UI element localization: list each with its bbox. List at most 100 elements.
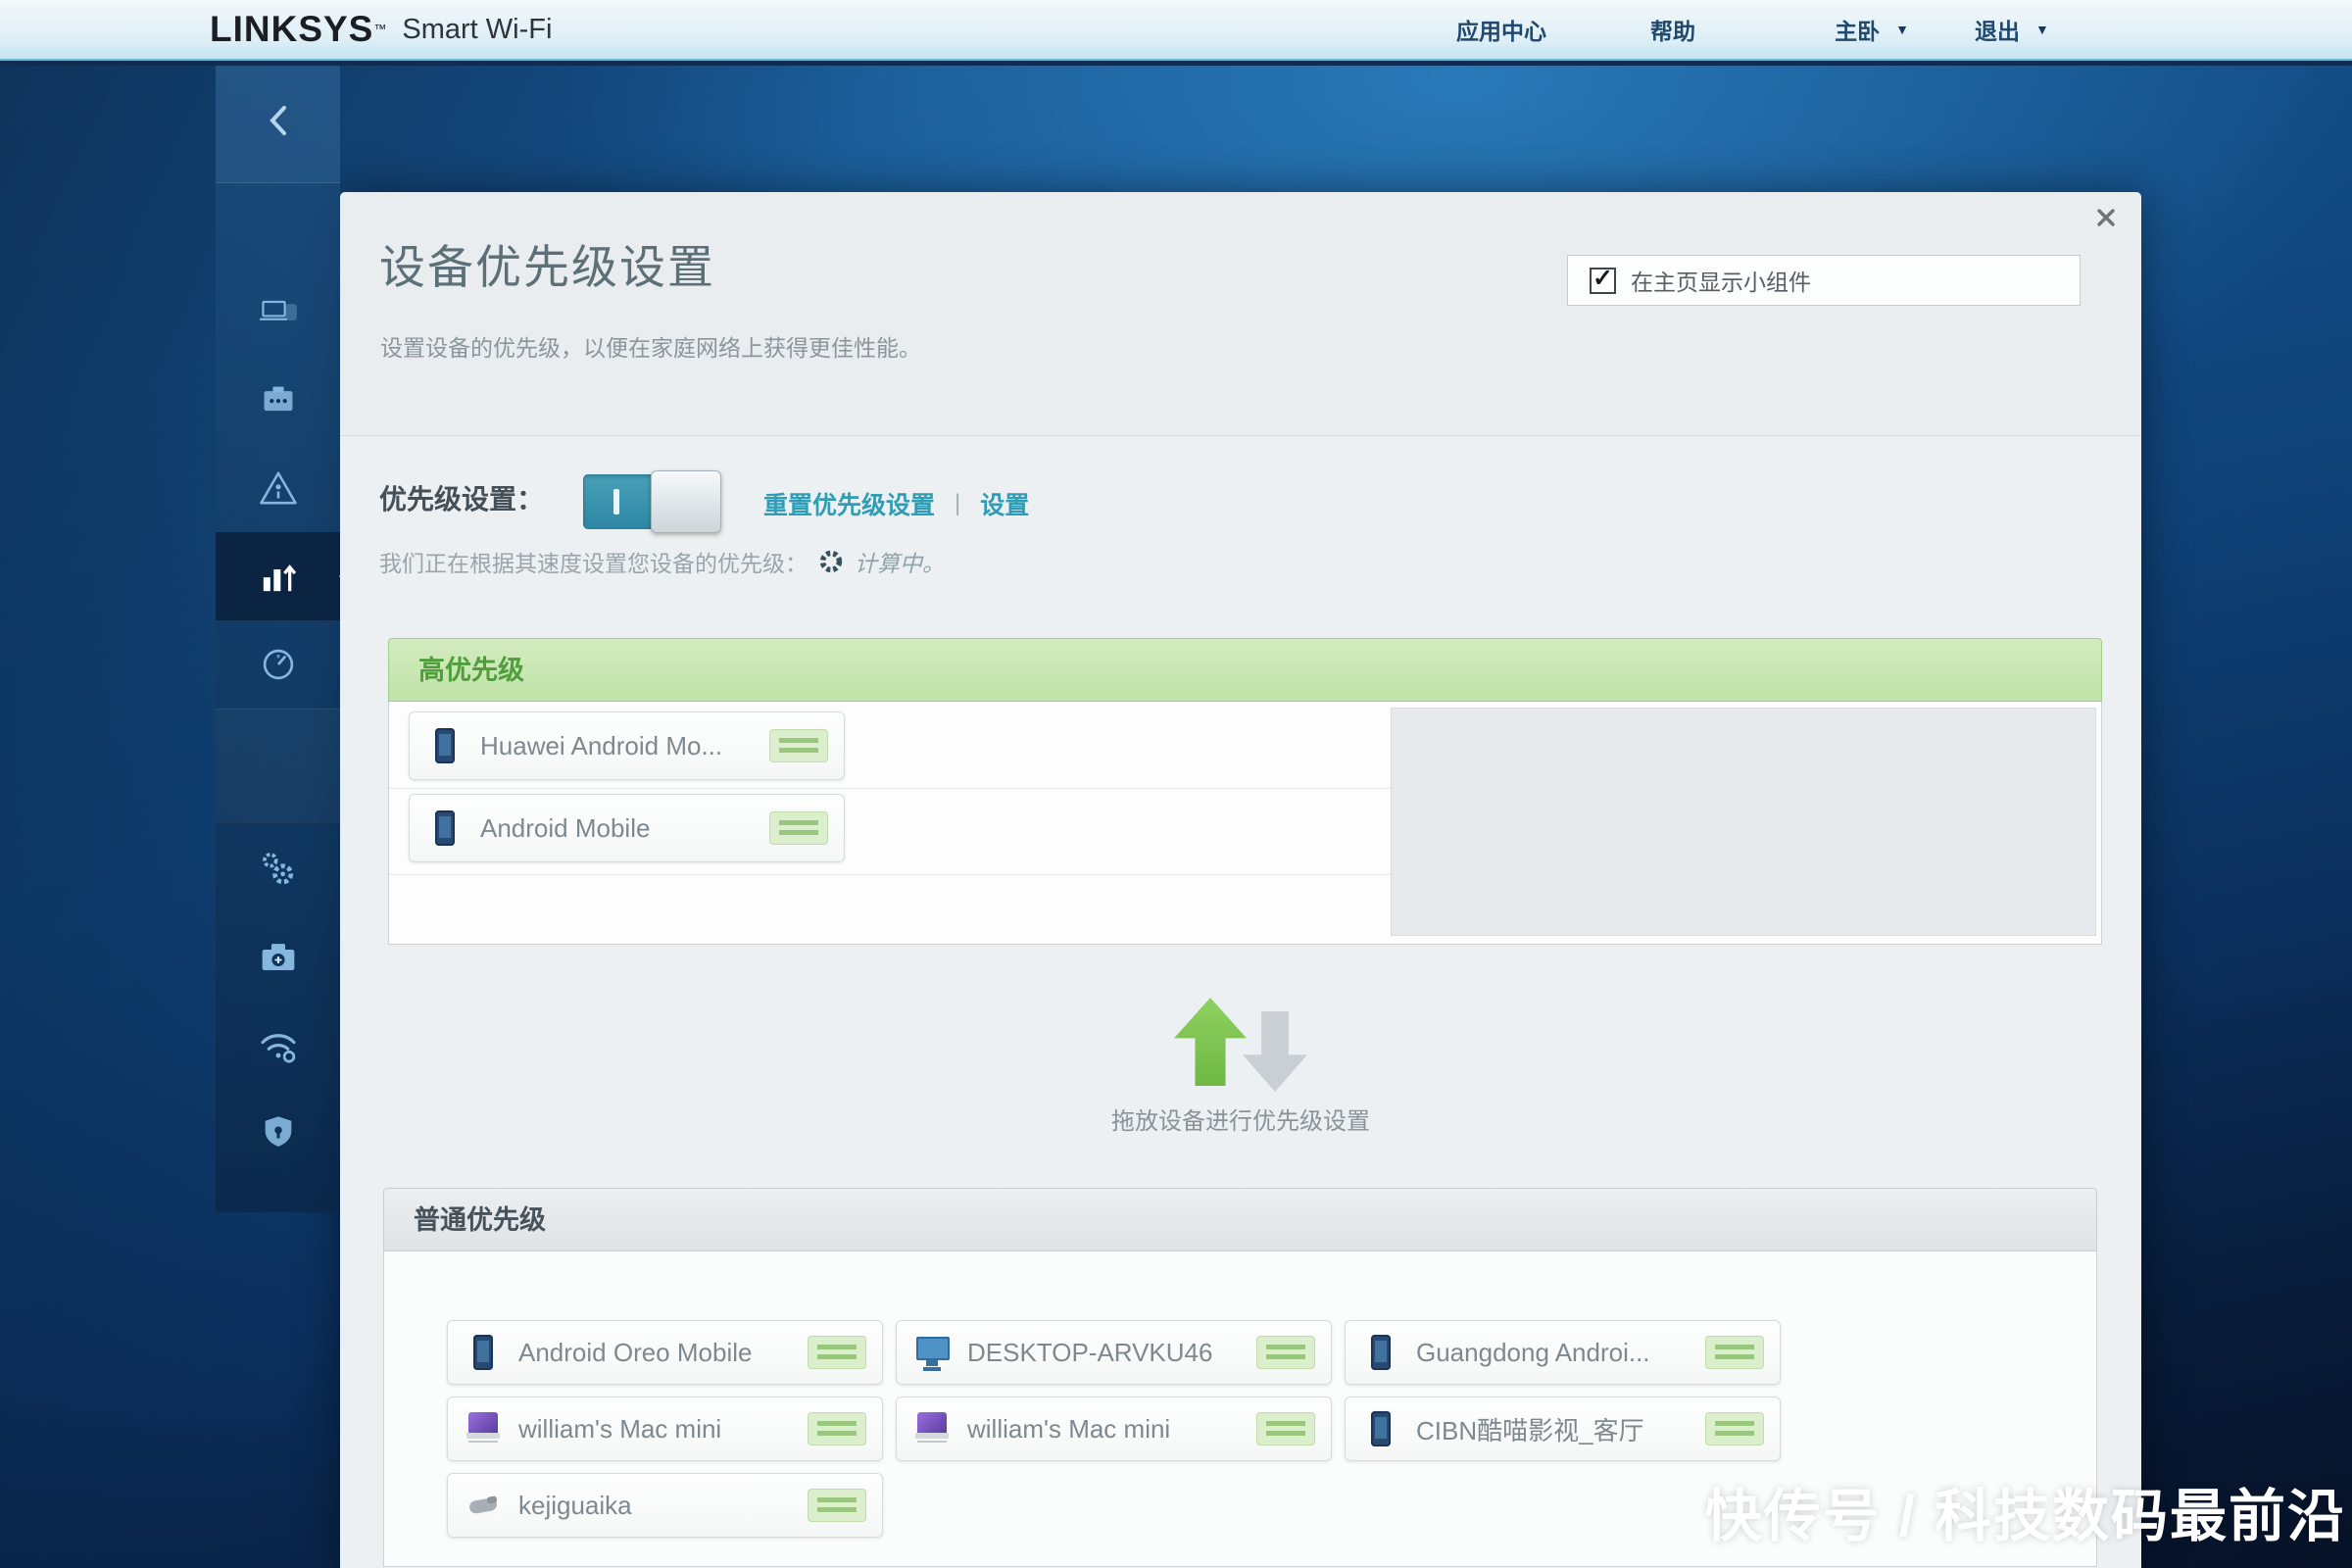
calculating-text: 计算中。 — [855, 545, 945, 578]
mac-device-icon — [466, 1407, 503, 1450]
panel-header: 设备优先级设置 设置设备的优先级，以便在家庭网络上获得更佳性能。 ✓ 在主页显示… — [340, 192, 2141, 436]
priority-settings-label: 优先级设置： — [379, 478, 544, 517]
phone-device-icon — [466, 1331, 503, 1374]
sidebar-item[interactable] — [216, 444, 340, 532]
device-name: william's Mac mini — [518, 1414, 808, 1445]
device-name: Guangdong Androi... — [1416, 1338, 1705, 1368]
sidebar-group-upper — [216, 268, 340, 709]
parental-controls-icon — [258, 469, 299, 507]
normal-priority-device-list: Android Oreo Mobile DESKTOP-ARVKU46 Guan… — [447, 1320, 1819, 1538]
status-text: 我们正在根据其速度设置您设备的优先级： — [379, 545, 808, 578]
device-name: kejiguaika — [518, 1491, 808, 1521]
sidebar-item[interactable] — [216, 620, 340, 709]
drag-handle-icon[interactable] — [1705, 1412, 1764, 1446]
high-priority-section: 高优先级 Huawei Android Mo... Android Mobile — [388, 638, 2102, 945]
connectivity-icon — [258, 849, 299, 888]
device-card[interactable]: Android Oreo Mobile — [447, 1320, 883, 1385]
chevron-down-icon: ▼ — [2035, 22, 2049, 37]
drag-handle-icon[interactable] — [1256, 1336, 1315, 1369]
sidebar-item[interactable] — [216, 1089, 340, 1177]
device-name: william's Mac mini — [967, 1414, 1256, 1445]
top-nav: 应用中心 ▼ 帮助 ▼ 主卧 ▼ 退出 ▼ — [1426, 0, 2049, 59]
toggle-knob[interactable] — [651, 470, 721, 533]
sidebar-item[interactable] — [216, 356, 340, 444]
phone-device-icon — [427, 807, 465, 850]
high-priority-device-list: Huawei Android Mo... Android Mobile — [409, 711, 845, 876]
show-widget-label: 在主页显示小组件 — [1631, 264, 1811, 297]
drag-handle-icon[interactable] — [1705, 1336, 1764, 1369]
device-card[interactable]: Android Mobile — [409, 794, 845, 862]
desktop-device-icon — [914, 1331, 952, 1374]
priority-toggle[interactable] — [583, 474, 718, 529]
device-card[interactable]: Guangdong Androi... — [1345, 1320, 1781, 1385]
chevron-down-icon: ▼ — [1895, 22, 1909, 37]
active-item-notch — [339, 563, 354, 590]
sidebar-item[interactable] — [216, 532, 340, 620]
toggle-on-mark — [613, 489, 619, 514]
unknown-device-icon — [466, 1484, 503, 1527]
drag-handle-icon[interactable] — [769, 811, 828, 845]
priority-links: 重置优先级设置 | 设置 — [763, 486, 1029, 521]
product-name: Smart Wi-Fi — [402, 14, 552, 46]
device-name: Huawei Android Mo... — [480, 731, 769, 761]
header-divider — [0, 61, 2352, 66]
speed-test-icon — [259, 645, 298, 684]
device-card[interactable]: CIBN酷喵影视_客厅 — [1345, 1396, 1781, 1461]
high-priority-header: 高优先级 — [388, 638, 2102, 702]
sidebar-item[interactable] — [216, 824, 340, 912]
show-widget-option: ✓ 在主页显示小组件 — [1567, 255, 2081, 306]
show-widget-checkbox[interactable]: ✓ — [1590, 268, 1616, 294]
top-header: LINKSYS ™ Smart Wi-Fi 应用中心 ▼ 帮助 ▼ 主卧 ▼ 退… — [0, 0, 2352, 61]
drag-handle-icon[interactable] — [769, 729, 828, 762]
close-button[interactable] — [2090, 202, 2122, 233]
sidebar-item[interactable] — [216, 912, 340, 1001]
normal-priority-header: 普通优先级 — [383, 1188, 2097, 1251]
device-name: DESKTOP-ARVKU46 — [967, 1338, 1256, 1368]
device-card[interactable]: kejiguaika — [447, 1473, 883, 1538]
priority-status-row: 我们正在根据其速度设置您设备的优先级： 计算中。 — [379, 545, 945, 578]
chevron-left-icon — [264, 101, 293, 140]
phone-device-icon — [1363, 1331, 1400, 1374]
page-title: 设备优先级设置 — [379, 229, 715, 297]
nav-item[interactable]: 主卧 ▼ — [1769, 0, 1975, 59]
sidebar-item[interactable] — [216, 1001, 340, 1089]
high-priority-side-area — [1391, 708, 2096, 936]
linksys-logo: LINKSYS — [210, 9, 373, 50]
device-name: Android Oreo Mobile — [518, 1338, 808, 1368]
sidebar-section-gap — [216, 709, 340, 824]
phone-device-icon — [1363, 1407, 1400, 1450]
arrow-up-icon — [1174, 998, 1247, 1086]
drag-handle-icon[interactable] — [1256, 1412, 1315, 1446]
reset-priority-link[interactable]: 重置优先级设置 — [763, 486, 935, 521]
nav-item[interactable]: 帮助 ▼ — [1577, 0, 1769, 59]
mac-device-icon — [914, 1407, 952, 1450]
drag-handle-icon[interactable] — [808, 1336, 866, 1369]
device-name: CIBN酷喵影视_客厅 — [1416, 1411, 1705, 1447]
trademark-mark: ™ — [373, 15, 386, 44]
drag-handle-icon[interactable] — [808, 1489, 866, 1522]
spinner-gear-icon — [817, 548, 845, 575]
troubleshooting-icon — [258, 938, 299, 975]
device-name: Android Mobile — [480, 813, 769, 844]
media-prioritization-icon — [258, 558, 299, 595]
priority-arrows — [340, 998, 2141, 1092]
drag-hint-text: 拖放设备进行优先级设置 — [340, 1102, 2141, 1136]
drag-handle-icon[interactable] — [808, 1412, 866, 1446]
settings-link[interactable]: 设置 — [980, 486, 1029, 521]
device-card[interactable]: william's Mac mini — [896, 1396, 1332, 1461]
device-card[interactable]: DESKTOP-ARVKU46 — [896, 1320, 1332, 1385]
device-card[interactable]: william's Mac mini — [447, 1396, 883, 1461]
close-icon — [2094, 206, 2118, 229]
nav-item[interactable]: 应用中心 ▼ — [1426, 0, 1577, 59]
back-button[interactable] — [216, 59, 340, 183]
brand: LINKSYS ™ Smart Wi-Fi — [210, 0, 552, 59]
guest-access-icon — [259, 382, 298, 417]
security-icon — [259, 1113, 298, 1152]
phone-device-icon — [427, 724, 465, 767]
device-card[interactable]: Huawei Android Mo... — [409, 711, 845, 780]
sidebar — [216, 59, 340, 1212]
nav-item[interactable]: 退出 ▼ — [1975, 0, 2049, 59]
sidebar-item[interactable] — [216, 268, 340, 356]
devices-icon — [259, 293, 298, 330]
linksys-smart-wifi-page: LINKSYS ™ Smart Wi-Fi 应用中心 ▼ 帮助 ▼ 主卧 ▼ 退… — [0, 0, 2352, 1568]
